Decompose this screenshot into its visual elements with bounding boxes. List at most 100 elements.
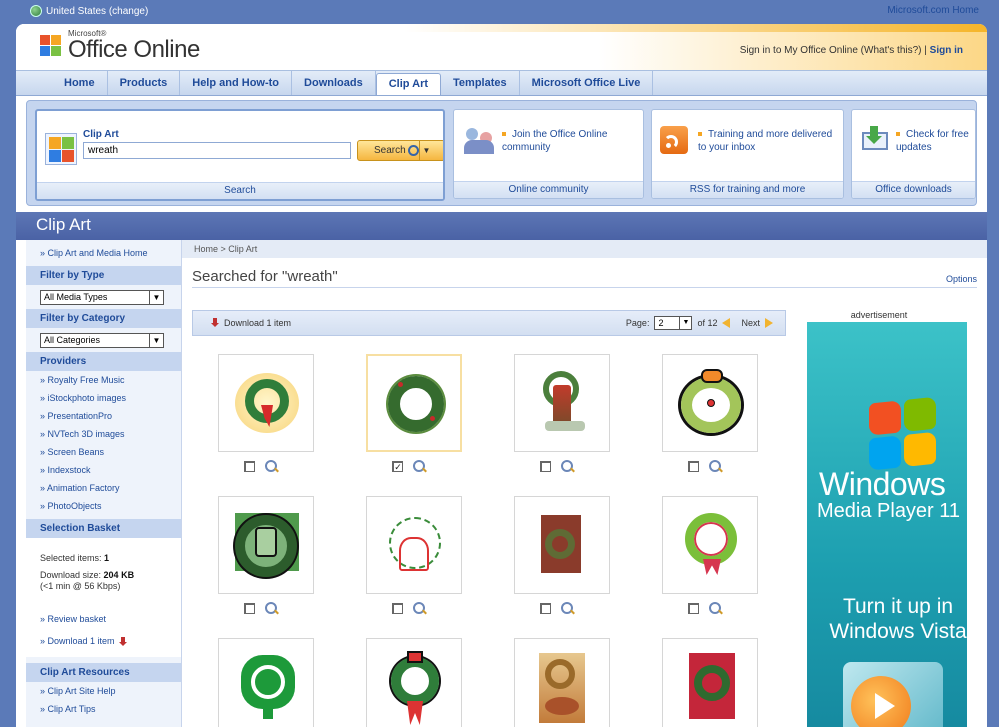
prev-arrow-icon[interactable] [722, 318, 731, 328]
select-checkbox[interactable] [392, 603, 403, 614]
page-count: of 12 [697, 318, 718, 328]
search-input[interactable] [83, 142, 351, 159]
zoom-icon[interactable] [265, 602, 278, 615]
zoom-icon[interactable] [709, 602, 722, 615]
result-item [366, 638, 462, 727]
basket-panel: Selected items: 1 Download size: 204 KB … [26, 538, 181, 657]
office-logo-icon [40, 35, 62, 57]
provider-royalty-free-music[interactable]: » Royalty Free Music [26, 371, 181, 389]
result-item [218, 354, 314, 472]
download-icon [118, 636, 128, 647]
microsoft-home-link[interactable]: Microsoft.com Home [887, 5, 979, 16]
sidebar-clipart-home[interactable]: » Clip Art and Media Home [26, 240, 181, 262]
provider-nvtech[interactable]: » NVTech 3D images [26, 425, 181, 443]
signin-link[interactable]: Sign in [930, 45, 963, 56]
clipart-thumbnail[interactable] [514, 638, 610, 727]
clipart-thumbnail[interactable] [366, 354, 462, 452]
divider [192, 287, 977, 288]
provider-photoobjects[interactable]: » PhotoObjects [26, 497, 181, 515]
signin-text[interactable]: Sign in to My Office Online (What's this… [740, 45, 927, 56]
chevron-down-icon: ▼ [149, 334, 163, 347]
provider-indexstock[interactable]: » Indexstock [26, 461, 181, 479]
filter-category-select[interactable]: All Categories ▼ [40, 333, 164, 348]
clipart-thumbnail[interactable] [662, 496, 758, 594]
select-checkbox[interactable] [540, 603, 551, 614]
clipart-thumbnail[interactable] [514, 496, 610, 594]
next-arrow-icon[interactable] [765, 318, 773, 328]
select-checkbox[interactable] [688, 603, 699, 614]
download-items-button[interactable]: Download 1 item [207, 318, 291, 328]
clipart-thumbnail[interactable] [366, 496, 462, 594]
resource-site-help[interactable]: » Clip Art Site Help [26, 682, 181, 700]
page-frame: Microsoft® Office Online Sign in to My O… [16, 24, 987, 727]
region-selector[interactable]: United States (change) [30, 5, 148, 17]
search-footer[interactable]: Search [37, 182, 443, 199]
widget-bar: Clip Art Search ▼ Search Join the Office… [26, 100, 977, 206]
ad-tagline: Turn it up in Windows Vista [829, 595, 967, 643]
main-content: Home > Clip Art Searched for "wreath" Op… [182, 240, 987, 727]
nav-downloads[interactable]: Downloads [292, 71, 376, 95]
zoom-icon[interactable] [413, 460, 426, 473]
provider-istockphoto[interactable]: » iStockphoto images [26, 389, 181, 407]
clipart-thumbnail[interactable] [514, 354, 610, 452]
nav-clip-art[interactable]: Clip Art [375, 73, 442, 95]
rss-widget: Training and more delivered to your inbo… [651, 109, 844, 199]
zoom-icon[interactable] [709, 460, 722, 473]
clipart-thumbnail[interactable] [662, 354, 758, 452]
zoom-icon[interactable] [265, 460, 278, 473]
nav-templates[interactable]: Templates [441, 71, 520, 95]
clipart-thumbnail[interactable] [218, 354, 314, 452]
zoom-icon[interactable] [413, 602, 426, 615]
provider-presentationpro[interactable]: » PresentationPro [26, 407, 181, 425]
basket-time: (<1 min @ 56 Kbps) [40, 581, 121, 591]
clipart-thumbnail[interactable] [366, 638, 462, 727]
zoom-icon[interactable] [561, 602, 574, 615]
result-item [662, 354, 758, 472]
office-online-logo[interactable]: Microsoft® Office Online [40, 30, 200, 62]
downloads-footer[interactable]: Office downloads [852, 181, 975, 198]
page-label: Page: [625, 318, 650, 328]
page-select[interactable]: 2 ▼ [654, 316, 693, 330]
page-title: Clip Art [16, 212, 987, 240]
providers-heading: Providers [26, 352, 181, 371]
chevron-down-icon: ▼ [679, 317, 691, 329]
region-label[interactable]: United States (change) [46, 6, 148, 17]
select-checkbox[interactable] [540, 461, 551, 472]
select-checkbox[interactable] [244, 461, 255, 472]
community-footer[interactable]: Online community [454, 181, 643, 198]
breadcrumb[interactable]: Home > Clip Art [182, 240, 987, 258]
basket-download-link[interactable]: » Download 1 item [26, 628, 181, 651]
select-checkbox[interactable] [244, 603, 255, 614]
ad-banner[interactable]: Windows Media Player 11 Turn it up in Wi… [807, 322, 967, 727]
downloads-link[interactable]: Check for free updates [896, 128, 974, 154]
clipart-thumbnail[interactable] [218, 496, 314, 594]
search-dropdown-icon[interactable]: ▼ [419, 141, 433, 160]
filter-type-select[interactable]: All Media Types ▼ [40, 290, 164, 305]
nav-products[interactable]: Products [108, 71, 181, 95]
search-icon [408, 145, 419, 156]
community-widget: Join the Office Online community Online … [453, 109, 644, 199]
logo-office-online: Office Online [68, 36, 200, 63]
provider-animation-factory[interactable]: » Animation Factory [26, 479, 181, 497]
download-update-icon [860, 126, 890, 156]
review-basket-link[interactable]: » Review basket [26, 594, 181, 628]
select-checkbox[interactable]: ✓ [392, 461, 403, 472]
basket-selected: Selected items: 1 [40, 553, 110, 563]
rss-link[interactable]: Training and more delivered to your inbo… [698, 128, 838, 154]
rss-footer[interactable]: RSS for training and more [652, 181, 843, 198]
clipart-thumbnail[interactable] [218, 638, 314, 727]
nav-help[interactable]: Help and How-to [180, 71, 293, 95]
provider-screen-beans[interactable]: » Screen Beans [26, 443, 181, 461]
next-link[interactable]: Next [741, 318, 760, 328]
clipart-thumbnail[interactable] [662, 638, 758, 727]
resource-tips[interactable]: » Clip Art Tips [26, 700, 181, 718]
zoom-icon[interactable] [561, 460, 574, 473]
result-item [218, 496, 314, 614]
windows-logo-icon [869, 396, 939, 473]
search-button[interactable]: Search ▼ [357, 140, 443, 161]
nav-office-live[interactable]: Microsoft Office Live [520, 71, 654, 95]
nav-home[interactable]: Home [52, 71, 108, 95]
select-checkbox[interactable] [688, 461, 699, 472]
options-link[interactable]: Options [946, 274, 977, 284]
community-link[interactable]: Join the Office Online community [502, 128, 643, 154]
